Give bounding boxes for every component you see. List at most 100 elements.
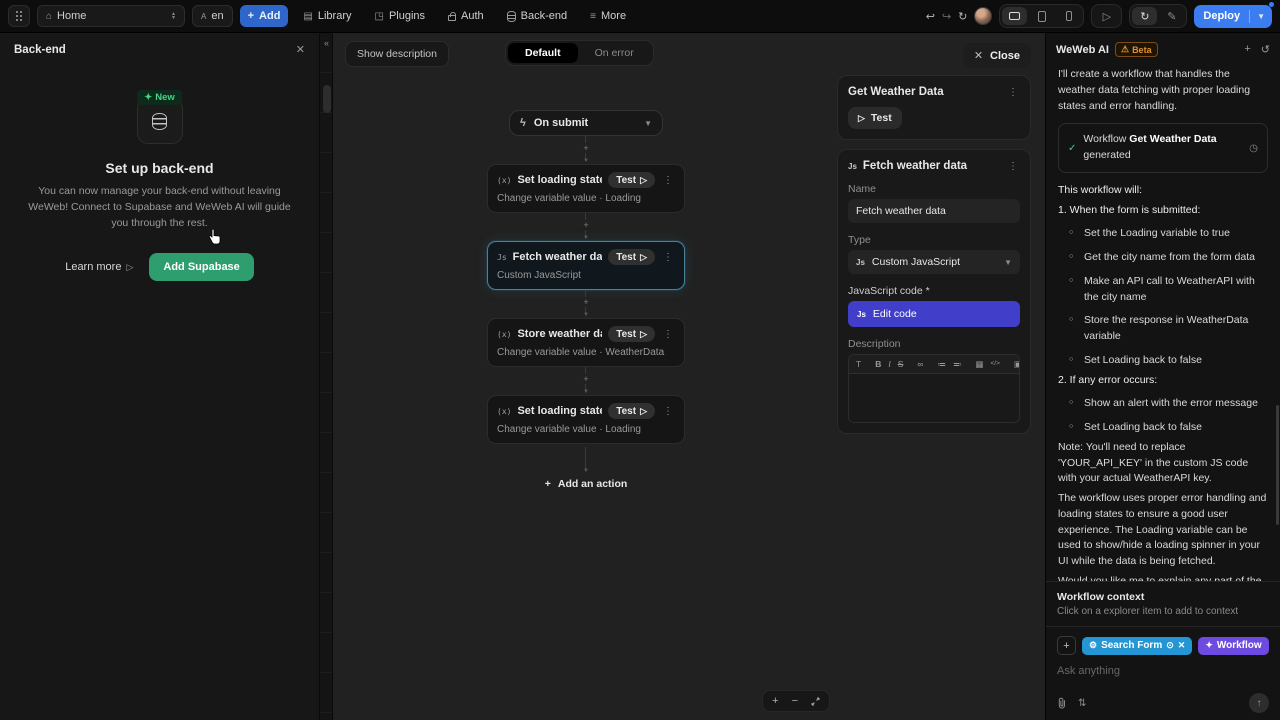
- node-set-loading-false[interactable]: (x) Set loading state to false Test▷ ⋮ C…: [487, 395, 685, 444]
- add-button[interactable]: + Add: [240, 5, 289, 27]
- add-supabase-button[interactable]: Add Supabase: [149, 253, 253, 281]
- backend-panel-header: Back-end ✕: [0, 33, 319, 64]
- type-select[interactable]: Js Custom JavaScript ▼: [848, 250, 1020, 274]
- add-step-icon[interactable]: +: [583, 143, 588, 153]
- language-button[interactable]: A en: [192, 5, 233, 27]
- add-context-button[interactable]: +: [1057, 636, 1076, 655]
- device-phone-button[interactable]: [1056, 7, 1081, 25]
- tablet-icon: [1038, 11, 1046, 22]
- connector: ▼: [583, 444, 589, 476]
- history-icon[interactable]: ↺: [1261, 43, 1270, 56]
- add-step-icon[interactable]: +: [583, 297, 588, 307]
- tab-on-error[interactable]: On error: [578, 43, 651, 63]
- backend-button[interactable]: Back-end: [499, 5, 575, 27]
- kebab-menu-icon[interactable]: ⋮: [1006, 161, 1020, 172]
- more-button[interactable]: ≡ More: [582, 5, 634, 27]
- play-icon: ▷: [640, 252, 647, 263]
- attachment-icon[interactable]: [1057, 697, 1067, 710]
- trigger-node[interactable]: ϟ On submit ▼: [509, 110, 663, 136]
- description-textarea[interactable]: [849, 374, 1019, 422]
- avatar[interactable]: [974, 7, 992, 25]
- eye-icon[interactable]: ⊙: [1166, 640, 1174, 651]
- redo-icon[interactable]: ↪: [942, 10, 951, 23]
- italic-icon[interactable]: I: [888, 359, 890, 369]
- test-button[interactable]: Test▷: [608, 172, 655, 188]
- media-icon[interactable]: ▣: [1014, 359, 1020, 369]
- app-menu-button[interactable]: [8, 5, 30, 27]
- kebab-menu-icon[interactable]: ⋮: [661, 252, 675, 263]
- workflow-canvas[interactable]: Show description Default On error ✕ Clos…: [333, 33, 1045, 720]
- remove-icon[interactable]: ✕: [1178, 640, 1186, 651]
- refresh-mode-button[interactable]: ↻: [1132, 7, 1157, 25]
- edit-code-button[interactable]: Js Edit code: [848, 301, 1020, 327]
- auth-button[interactable]: Auth: [440, 5, 492, 27]
- tab-default[interactable]: Default: [508, 43, 578, 63]
- undo-icon[interactable]: ↩: [926, 10, 935, 23]
- add-step-icon[interactable]: +: [583, 374, 588, 384]
- connector: +▼: [583, 213, 589, 241]
- workflow-test-button[interactable]: ▷ Test: [848, 107, 902, 129]
- js-icon: Js: [857, 310, 866, 319]
- close-icon[interactable]: ✕: [296, 43, 305, 56]
- edit-mode-button[interactable]: ✎: [1159, 7, 1184, 25]
- zoom-in-button[interactable]: +: [772, 695, 778, 707]
- plus-icon: +: [248, 10, 254, 22]
- voice-icon[interactable]: ⇅: [1078, 698, 1086, 709]
- variable-icon: (x): [497, 407, 511, 416]
- context-chip-workflow[interactable]: ✦ Workflow: [1198, 637, 1268, 655]
- workflow-icon: ✦: [1205, 640, 1213, 651]
- sync-icon[interactable]: ↻: [958, 10, 967, 23]
- code-icon[interactable]: </>: [990, 359, 999, 369]
- name-input[interactable]: [848, 199, 1020, 223]
- test-button[interactable]: Test▷: [608, 326, 655, 342]
- test-button[interactable]: Test▷: [608, 249, 655, 265]
- node-set-loading-true[interactable]: (x) Set loading state to true Test▷ ⋮ Ch…: [487, 164, 685, 213]
- bold-icon[interactable]: B: [875, 359, 881, 369]
- select-chevrons-icon: ▲▼: [171, 12, 176, 20]
- context-chip-search-form[interactable]: ⚙ Search Form ⊙ ✕: [1082, 637, 1192, 655]
- new-badge: ✦New: [137, 90, 182, 105]
- ask-anything-input[interactable]: [1057, 665, 1269, 677]
- learn-more-link[interactable]: Learn more▷: [65, 261, 133, 273]
- ai-header: WeWeb AI ⚠Beta + ↺: [1046, 33, 1280, 64]
- bullet-list-icon[interactable]: ≔: [937, 359, 946, 369]
- deploy-split-button: Deploy ▼: [1194, 5, 1272, 28]
- page-selector[interactable]: ⌂ Home ▲▼: [37, 5, 185, 27]
- text-style-icon[interactable]: T: [856, 359, 861, 369]
- close-workflow-button[interactable]: ✕ Close: [963, 43, 1031, 68]
- new-chat-icon[interactable]: +: [1244, 43, 1250, 56]
- variable-icon: (x): [497, 330, 511, 339]
- image-icon[interactable]: ▦: [975, 359, 983, 369]
- kebab-menu-icon[interactable]: ⋮: [661, 406, 675, 417]
- strip-scrollbar-thumb[interactable]: [323, 85, 331, 113]
- zoom-out-button[interactable]: −: [792, 695, 798, 707]
- strikethrough-icon[interactable]: S: [898, 359, 904, 369]
- workflow-generated-card[interactable]: ✓ Workflow Get Weather Data generated ◷: [1058, 123, 1268, 173]
- add-action-button[interactable]: + Add an action: [545, 478, 628, 490]
- device-tablet-button[interactable]: [1029, 7, 1054, 25]
- kebab-menu-icon[interactable]: ⋮: [661, 329, 675, 340]
- library-button[interactable]: ▤ Library: [295, 5, 359, 27]
- preview-button[interactable]: ▷: [1094, 7, 1119, 25]
- ai-chat-body[interactable]: I'll create a workflow that handles the …: [1046, 64, 1280, 581]
- fit-view-icon[interactable]: [811, 697, 820, 706]
- kebab-menu-icon[interactable]: ⋮: [661, 175, 675, 186]
- restore-icon[interactable]: ◷: [1249, 141, 1258, 156]
- add-step-icon[interactable]: +: [583, 220, 588, 230]
- node-store-weather-data[interactable]: (x) Store weather data Test▷ ⋮ Change va…: [487, 318, 685, 367]
- plugins-button[interactable]: ◳ Plugins: [367, 5, 434, 27]
- arrow-up-icon: ↑: [1257, 698, 1262, 709]
- deploy-chevron-button[interactable]: ▼: [1250, 12, 1272, 21]
- test-button[interactable]: Test▷: [608, 403, 655, 419]
- device-desktop-button[interactable]: [1002, 7, 1027, 25]
- link-icon[interactable]: ∞: [917, 359, 923, 369]
- send-button[interactable]: ↑: [1249, 693, 1269, 713]
- phone-icon: [1066, 11, 1072, 21]
- ordered-list-icon[interactable]: ≕: [953, 359, 962, 369]
- kebab-menu-icon[interactable]: ⋮: [1006, 87, 1020, 98]
- node-fetch-weather-data[interactable]: Js Fetch weather data Test▷ ⋮ Custom Jav…: [487, 241, 685, 290]
- deploy-button[interactable]: Deploy: [1194, 10, 1249, 22]
- ai-scrollbar-thumb[interactable]: [1276, 405, 1279, 525]
- collapse-panel-icon[interactable]: «: [320, 38, 333, 48]
- show-description-button[interactable]: Show description: [345, 41, 449, 67]
